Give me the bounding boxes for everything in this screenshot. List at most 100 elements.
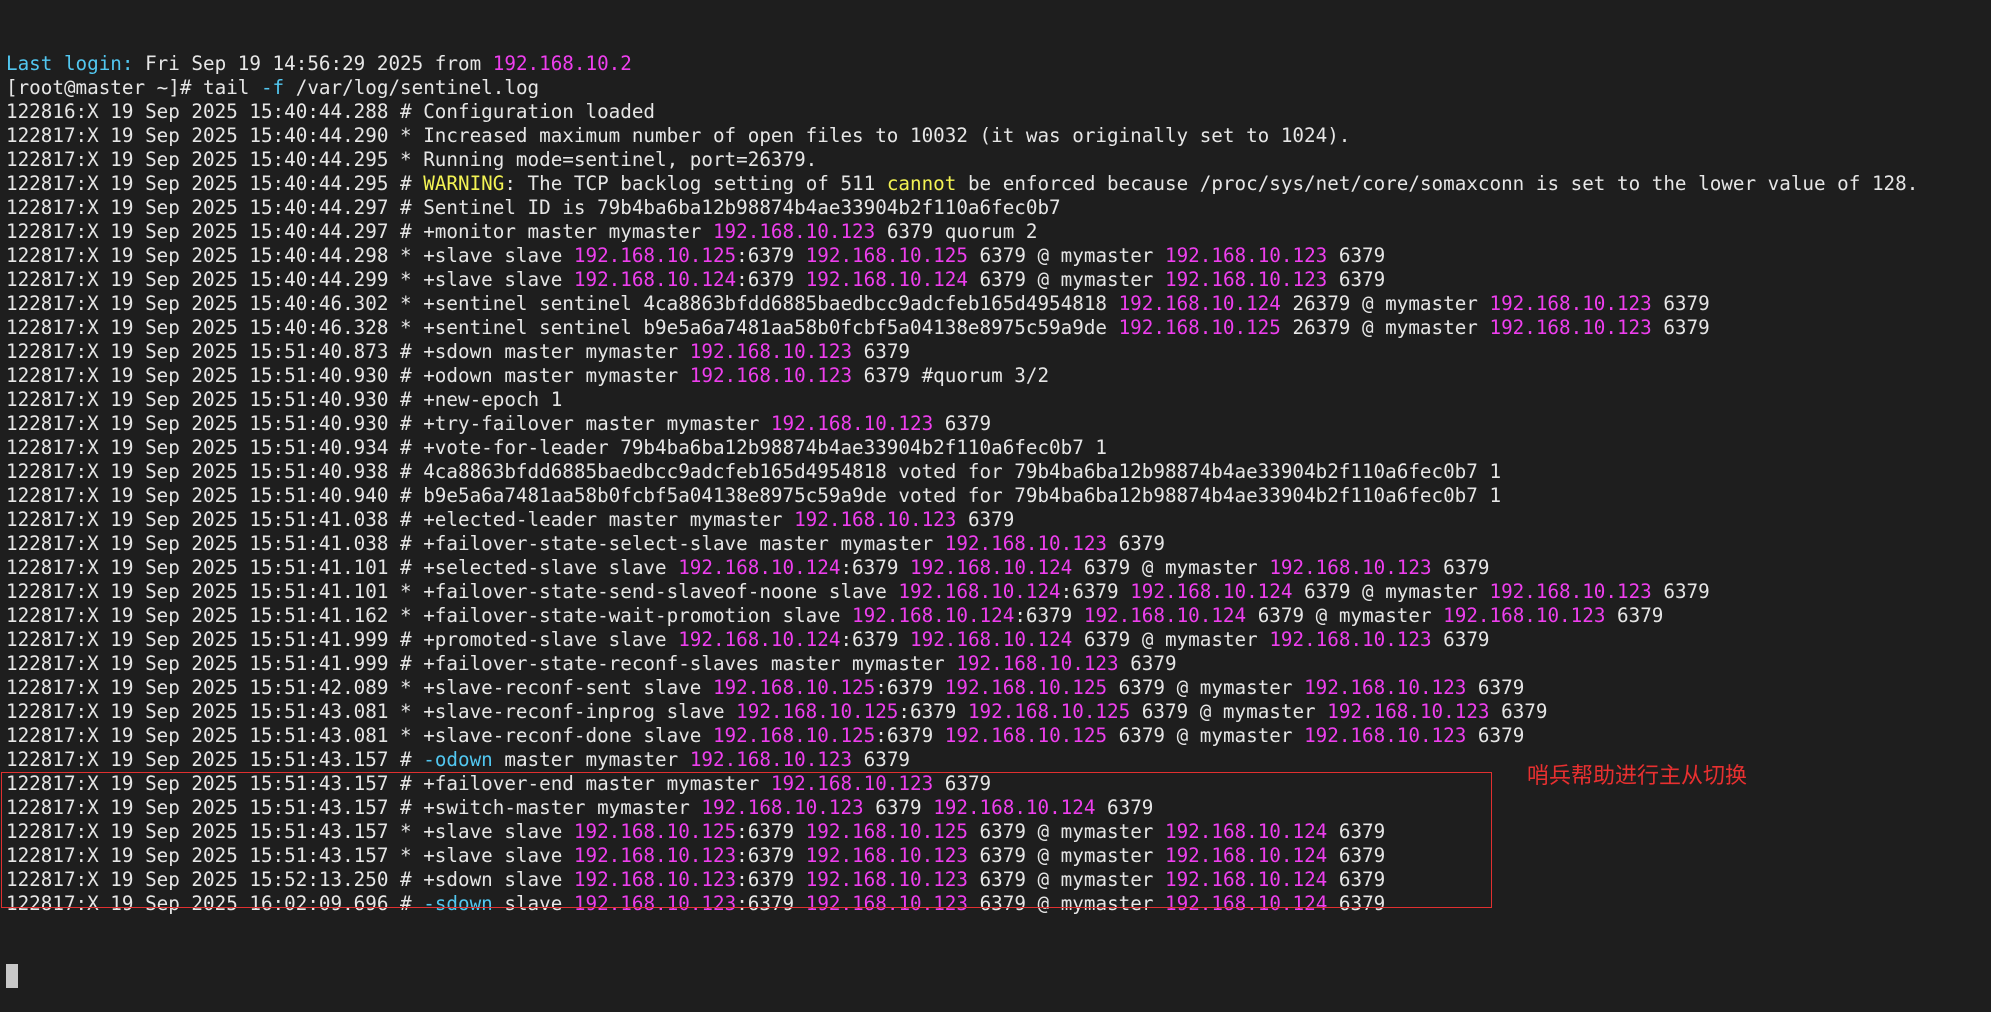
text-segment: 122817:X 19 Sep 2025 15:51:40.934 # +vot… bbox=[6, 436, 1108, 459]
text-segment: 6379 bbox=[1327, 820, 1386, 843]
keyword: -sdown bbox=[423, 892, 493, 915]
ip-address: 192.168.10.123 bbox=[1327, 700, 1490, 723]
text-segment: 122817:X 19 Sep 2025 16:02:09.696 # bbox=[6, 892, 424, 915]
log-line: 122817:X 19 Sep 2025 15:40:46.328 * +sen… bbox=[6, 316, 1991, 340]
text-segment: 122817:X 19 Sep 2025 15:40:44.297 # +mon… bbox=[6, 220, 713, 243]
text-segment: 122817:X 19 Sep 2025 15:51:43.157 # bbox=[6, 748, 424, 771]
log-line: 122817:X 19 Sep 2025 15:51:40.934 # +vot… bbox=[6, 436, 1991, 460]
text-segment: 6379 @ mymaster bbox=[967, 244, 1165, 267]
log-line: 122817:X 19 Sep 2025 15:51:40.938 # 4ca8… bbox=[6, 460, 1991, 484]
text-segment: 6379 @ mymaster bbox=[967, 268, 1165, 291]
log-line: [root@master ~]# tail -f /var/log/sentin… bbox=[6, 76, 1991, 100]
ip-address: 192.168.10.123 bbox=[701, 796, 864, 819]
text-segment: :6379 bbox=[736, 844, 806, 867]
ip-address: 192.168.10.123 bbox=[770, 412, 934, 435]
text-segment: 6379 quorum 2 bbox=[875, 220, 1038, 243]
ip-address: 192.168.10.123 bbox=[573, 892, 737, 915]
annotation-label: 哨兵帮助进行主从切换 bbox=[1527, 764, 1748, 789]
text-segment: 6379 bbox=[1651, 580, 1710, 603]
text-segment: Fri Sep 19 14:56:29 2025 from bbox=[133, 52, 493, 75]
log-line: Last login: Fri Sep 19 14:56:29 2025 fro… bbox=[6, 52, 1991, 76]
text-segment: 6379 bbox=[1651, 292, 1710, 315]
text-segment: 122817:X 19 Sep 2025 15:51:40.930 # +odo… bbox=[6, 364, 690, 387]
text-segment: master mymaster bbox=[492, 748, 690, 771]
text-segment: 122817:X 19 Sep 2025 15:51:40.930 # +new… bbox=[6, 388, 563, 411]
text-segment: 6379 bbox=[1327, 892, 1386, 915]
prompt-line[interactable] bbox=[6, 964, 1991, 988]
ip-address: 192.168.10.123 bbox=[1304, 676, 1467, 699]
ip-address: 192.168.10.125 bbox=[736, 700, 899, 723]
ip-address: 192.168.10.124 bbox=[1083, 604, 1247, 627]
text-segment: 122817:X 19 Sep 2025 15:51:41.101 * +fai… bbox=[6, 580, 899, 603]
text-segment: :6379 bbox=[840, 556, 911, 579]
ip-address: 192.168.10.124 bbox=[1165, 868, 1328, 891]
log-line: 122817:X 19 Sep 2025 15:51:40.930 # +try… bbox=[6, 412, 1991, 436]
text-segment: 26379 @ mymaster bbox=[1280, 292, 1490, 315]
text-segment: 122817:X 19 Sep 2025 15:40:44.290 * Incr… bbox=[6, 124, 1351, 147]
text-segment: 6379 bbox=[1118, 652, 1177, 675]
ip-address: 192.168.10.123 bbox=[689, 748, 853, 771]
text-segment: 122817:X 19 Sep 2025 15:40:44.295 * Runn… bbox=[6, 148, 818, 171]
text-segment: 122817:X 19 Sep 2025 15:51:43.081 * +sla… bbox=[6, 724, 713, 747]
ip-address: 192.168.10.125 bbox=[573, 820, 737, 843]
text-segment: 6379 bbox=[1431, 556, 1490, 579]
log-line: 122817:X 19 Sep 2025 15:40:44.299 * +sla… bbox=[6, 268, 1991, 292]
ip-address: 192.168.10.125 bbox=[712, 724, 876, 747]
log-line: 122817:X 19 Sep 2025 15:51:40.930 # +odo… bbox=[6, 364, 1991, 388]
ip-address: 192.168.10.123 bbox=[805, 868, 968, 891]
text-segment: 6379 bbox=[852, 748, 911, 771]
log-line: 122817:X 19 Sep 2025 15:40:44.295 # WARN… bbox=[6, 172, 1991, 196]
log-line: 122816:X 19 Sep 2025 15:40:44.288 # Conf… bbox=[6, 100, 1991, 124]
ip-address: 192.168.10.124 bbox=[852, 604, 1015, 627]
text-segment: 6379 bbox=[1466, 724, 1525, 747]
log-line: 122817:X 19 Sep 2025 15:51:40.873 # +sdo… bbox=[6, 340, 1991, 364]
ip-address: 192.168.10.123 bbox=[689, 340, 853, 363]
ip-address: 192.168.10.124 bbox=[910, 628, 1073, 651]
warning-keyword: WARNING bbox=[423, 172, 505, 195]
ip-address: 192.168.10.124 bbox=[678, 556, 841, 579]
text-segment: 6379 bbox=[1489, 700, 1548, 723]
text-segment: 6379 @ mymaster bbox=[968, 892, 1166, 915]
ip-address: 192.168.10.123 bbox=[1489, 292, 1652, 315]
text-segment: 122817:X 19 Sep 2025 15:51:40.873 # +sdo… bbox=[6, 340, 690, 363]
ip-address: 192.168.10.125 bbox=[944, 724, 1108, 747]
text-segment: be enforced because /proc/sys/net/core/s… bbox=[956, 172, 1919, 195]
text-segment: 6379 bbox=[1327, 844, 1386, 867]
ip-address: 192.168.10.124 bbox=[910, 556, 1073, 579]
ip-address: 192.168.10.123 bbox=[689, 364, 853, 387]
ip-address: 192.168.10.123 bbox=[1489, 580, 1652, 603]
log-line: 122817:X 19 Sep 2025 15:40:46.302 * +sen… bbox=[6, 292, 1991, 316]
text-segment: 122817:X 19 Sep 2025 15:40:44.295 # bbox=[6, 172, 424, 195]
text-segment: 26379 @ mymaster bbox=[1280, 316, 1490, 339]
text-segment: 6379 bbox=[1095, 796, 1154, 819]
ip-address: 192.168.10.123 bbox=[1269, 628, 1432, 651]
text-segment: :6379 bbox=[898, 700, 968, 723]
text-segment: 6379 bbox=[1107, 532, 1165, 555]
text-segment: 6379 bbox=[1431, 628, 1490, 651]
log-line: 122817:X 19 Sep 2025 15:51:41.101 # +sel… bbox=[6, 556, 1991, 580]
text-segment: :6379 bbox=[1014, 604, 1084, 627]
text-segment: :6379 bbox=[736, 820, 806, 843]
log-line: 122817:X 19 Sep 2025 15:40:44.297 # Sent… bbox=[6, 196, 1991, 220]
ip-address: 192.168.10.124 bbox=[1130, 580, 1293, 603]
ip-address: 192.168.10.123 bbox=[1165, 244, 1328, 267]
text-segment: 6379 @ mymaster bbox=[1107, 724, 1305, 747]
ip-address: 192.168.10.124 bbox=[805, 268, 968, 291]
ip-address: 192.168.10.123 bbox=[1304, 724, 1467, 747]
ip-address: 192.168.10.124 bbox=[898, 580, 1061, 603]
text-segment: 122817:X 19 Sep 2025 15:51:41.162 * +fai… bbox=[6, 604, 853, 627]
warning-keyword: cannot bbox=[886, 172, 957, 195]
ip-address: 192.168.10.125 bbox=[944, 676, 1108, 699]
ip-address: 192.168.10.124 bbox=[1165, 892, 1328, 915]
ip-address: 192.168.10.123 bbox=[805, 844, 968, 867]
ip-address: 192.168.10.123 bbox=[770, 772, 934, 795]
log-line: 122817:X 19 Sep 2025 15:51:43.157 * +sla… bbox=[6, 844, 1991, 868]
text-segment: 122817:X 19 Sep 2025 15:51:42.089 * +sla… bbox=[6, 676, 713, 699]
log-line: 122817:X 19 Sep 2025 15:51:43.157 # +swi… bbox=[6, 796, 1991, 820]
ip-address: 192.168.10.124 bbox=[573, 268, 737, 291]
text-segment: 122817:X 19 Sep 2025 15:51:41.999 # +pro… bbox=[6, 628, 679, 651]
keyword: Last login: bbox=[6, 52, 134, 75]
text-segment: 6379 bbox=[1327, 268, 1386, 291]
text-segment: 6379 @ mymaster bbox=[1130, 700, 1328, 723]
ip-address: 192.168.10.123 bbox=[956, 652, 1119, 675]
